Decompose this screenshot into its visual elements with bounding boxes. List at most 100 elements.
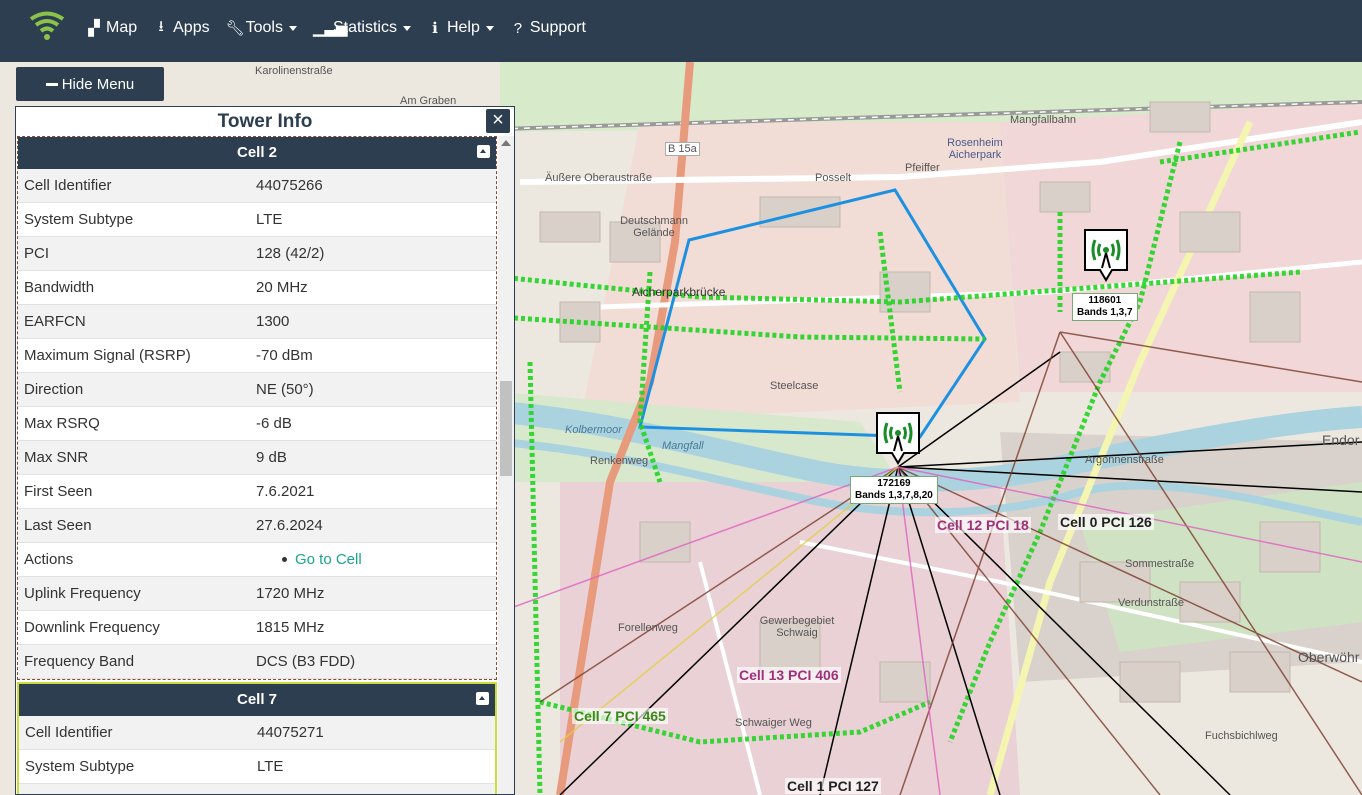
cell-header[interactable]: Cell 7	[19, 684, 495, 716]
place-label: Deutschmann Gelände	[620, 215, 688, 239]
info-row: Actions Go to Cell	[18, 543, 496, 577]
info-value: 44075266	[256, 177, 323, 194]
cell-header[interactable]: Cell 2	[18, 137, 496, 169]
cell-label-7[interactable]: Cell 7 PCI 465	[572, 708, 668, 724]
info-row: Max RSRQ -6 dB	[18, 407, 496, 441]
wifi-logo-icon[interactable]	[28, 10, 66, 42]
info-key: Maximum Signal (RSRP)	[24, 347, 191, 364]
collapse-icon[interactable]	[477, 145, 490, 158]
place-label: Forellenweg	[618, 622, 678, 634]
info-value: 128 (42/2)	[256, 245, 325, 262]
go-to-cell-link[interactable]: Go to Cell	[295, 551, 362, 568]
nav-help[interactable]: ℹ Help	[427, 19, 494, 37]
cell-label-13[interactable]: Cell 13 PCI 406	[737, 667, 841, 683]
place-label: Rosenheim Aicherpark	[947, 137, 1003, 161]
info-key: First Seen	[24, 483, 93, 500]
info-row: First Seen 7.6.2021	[18, 475, 496, 509]
place-label: Kolbermoor	[565, 424, 622, 436]
info-key: System Subtype	[24, 211, 134, 228]
place-label: B 15a	[665, 142, 700, 156]
question-icon: ?	[513, 19, 523, 37]
info-key: Max RSRQ	[24, 415, 100, 432]
download-icon: ⭳	[158, 17, 164, 35]
cell-section-cell-7: Cell 7 Cell Identifier 44075271 System Sub…	[17, 682, 497, 794]
chevron-down-icon	[402, 25, 411, 31]
scrollbar-thumb[interactable]	[500, 381, 512, 476]
place-label: Karolinenstraße	[255, 65, 333, 77]
place-label: Äußere Oberaustraße	[545, 172, 652, 184]
wrench-icon: 🔧︎	[225, 20, 245, 37]
nav-statistics-label: Statistics	[332, 19, 397, 36]
cell-name: Cell 7	[236, 691, 278, 708]
info-value: 1300	[256, 313, 290, 330]
nav-tools[interactable]: 🔧︎ Tools	[226, 19, 297, 37]
info-row: Direction NE (50°)	[18, 373, 496, 407]
hide-menu-button[interactable]: Hide Menu	[16, 67, 164, 101]
info-key: Actions	[24, 551, 74, 568]
info-row: Last Seen 27.6.2024	[18, 509, 496, 543]
chevron-down-icon	[485, 25, 494, 31]
nav-support[interactable]: ? Support	[510, 19, 586, 37]
info-value: Go to Cell	[256, 551, 496, 568]
info-row: PCI465 (155/0)	[19, 784, 495, 794]
nav-tools-label: Tools	[245, 19, 283, 36]
place-label: Argonnenstraße	[1085, 454, 1164, 466]
cell-label-0[interactable]: Cell 0 PCI 126	[1058, 514, 1154, 530]
nav-map[interactable]: ▞ Map	[86, 19, 137, 37]
place-label: Sommestraße	[1125, 558, 1195, 570]
scroll-up-arrow-icon[interactable]	[501, 140, 511, 146]
info-key: Uplink Frequency	[24, 585, 141, 602]
collapse-icon[interactable]	[476, 692, 489, 705]
map-icon: ▞	[88, 20, 100, 37]
info-value: LTE	[256, 211, 283, 228]
place-label: Schwaiger Weg	[735, 717, 812, 729]
place-label: Pfeiffer	[905, 162, 940, 174]
tower-id: 118601	[1088, 295, 1122, 306]
nav-support-label: Support	[529, 19, 586, 36]
info-value: DCS (B3 FDD)	[256, 653, 356, 670]
minus-icon	[45, 82, 58, 86]
info-key: System Subtype	[25, 758, 135, 775]
place-label: Mangfall	[662, 440, 704, 452]
tower-label-172169: 172169 Bands 1,3,7,8,20	[850, 476, 938, 504]
signal-bars-icon: ▁▃▅	[312, 20, 348, 37]
info-row: Bandwidth 20 MHz	[18, 271, 496, 305]
tower-info-panel: Tower Info × Cell 2 Cell Identifier 44075…	[15, 106, 515, 795]
place-label: Aicherparkbrücke	[632, 285, 726, 299]
cell-label-1[interactable]: Cell 1 PCI 127	[785, 778, 881, 794]
cell-label-12[interactable]: Cell 12 PCI 18	[935, 517, 1031, 533]
nav-map-label: Map	[106, 19, 138, 36]
close-button[interactable]: ×	[486, 109, 510, 133]
scrollbar[interactable]	[498, 136, 514, 794]
place-label: Mangfallbahn	[1010, 114, 1077, 126]
info-row: Max SNR 9 dB	[18, 441, 496, 475]
info-value: 7.6.2021	[256, 483, 315, 500]
info-key: Cell Identifier	[24, 177, 112, 194]
tower-pin-118601[interactable]	[1081, 226, 1131, 284]
place-label: Endor	[1322, 432, 1360, 448]
info-value: 9 dB	[256, 449, 287, 466]
place-label: Renkenweg	[590, 455, 649, 467]
place-label: Verdunstraße	[1118, 597, 1185, 609]
close-icon: ×	[492, 109, 504, 131]
info-value: 27.6.2024	[256, 517, 323, 534]
place-label: Fuchsbichlweg	[1205, 730, 1278, 742]
cell-rows: Cell Identifier 44075271 System Subtype LTE…	[19, 716, 495, 794]
info-value: 20 MHz	[256, 279, 308, 296]
tower-id: 172169	[877, 478, 911, 489]
info-key: EARFCN	[24, 313, 86, 330]
nav-menu: ▞ Map ⭳ Apps 🔧︎ Tools ▁▃▅ Statistics ℹ Help ?…	[86, 0, 602, 56]
info-key: Cell Identifier	[25, 724, 113, 741]
info-row: Maximum Signal (RSRP) -70 dBm	[18, 339, 496, 373]
info-key: Downlink Frequency	[24, 619, 160, 636]
cell-name: Cell 2	[236, 144, 278, 161]
nav-apps[interactable]: ⭳ Apps	[153, 16, 209, 41]
cell-section-cell-2: Cell 2 Cell Identifier 44075266 System Sub…	[17, 136, 497, 680]
nav-statistics[interactable]: ▁▃▅ Statistics	[313, 19, 411, 37]
cell-list[interactable]: Cell 2 Cell Identifier 44075266 System Sub…	[17, 136, 498, 794]
tower-pin-172169[interactable]	[873, 409, 923, 467]
info-value: 1815 MHz	[256, 619, 325, 636]
info-value: -6 dB	[256, 415, 292, 432]
panel-title: Tower Info	[16, 107, 514, 137]
info-row: System Subtype LTE	[19, 750, 495, 784]
